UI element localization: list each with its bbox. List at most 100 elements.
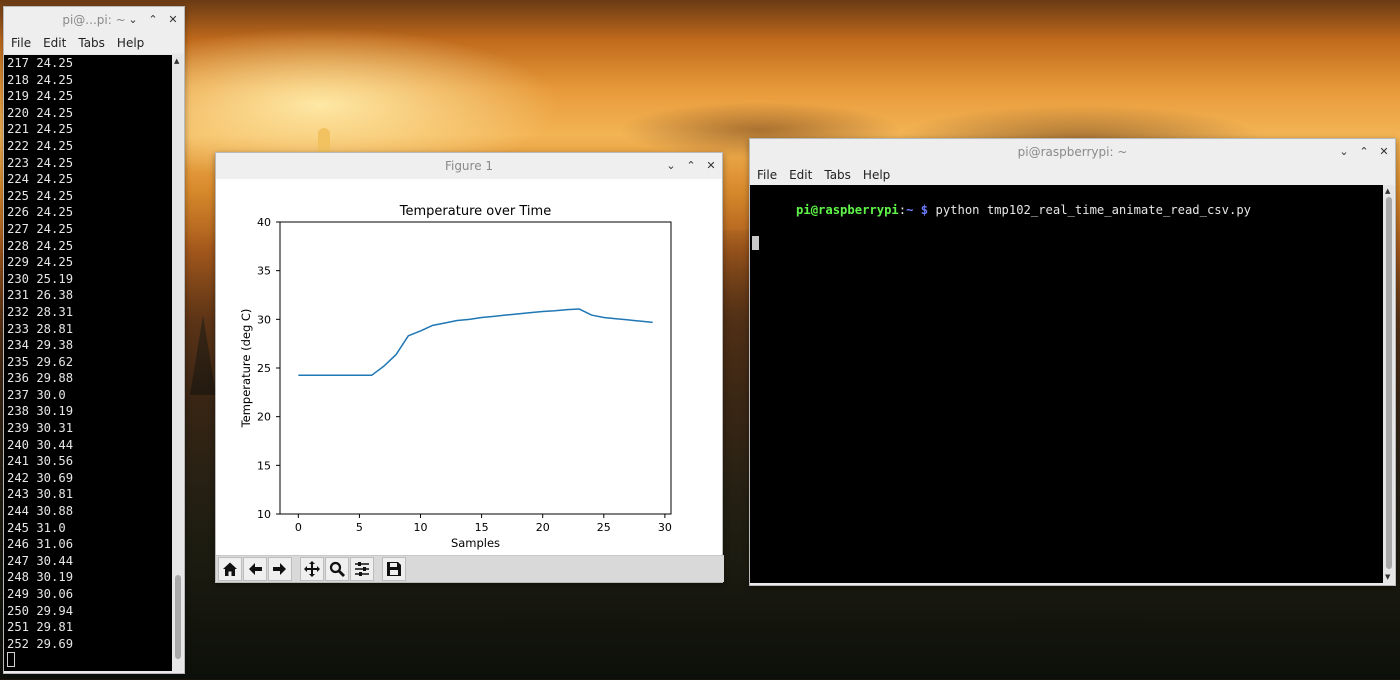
terminal-line: 220 24.25 — [7, 105, 74, 120]
back-arrow-icon — [249, 563, 262, 575]
terminal-line: 239 30.31 — [7, 421, 74, 436]
terminal-line: 219 24.25 — [7, 89, 74, 104]
minimize-button[interactable]: ⌄ — [664, 159, 678, 173]
left-terminal-scroll-thumb[interactable] — [175, 575, 181, 659]
y-tick-label: 30 — [257, 313, 271, 326]
terminal-line: 231 26.38 — [7, 288, 74, 303]
x-tick-label: 25 — [597, 521, 611, 534]
terminal-line: 252 29.69 — [7, 636, 74, 651]
right-terminal-titlebar[interactable]: pi@raspberrypi: ~ ⌄ ⌃ ✕ — [750, 139, 1395, 165]
menu-help[interactable]: Help — [117, 36, 144, 50]
scroll-up-arrow-icon[interactable]: ▲ — [1385, 187, 1390, 195]
x-tick-label: 30 — [658, 521, 672, 534]
terminal-line: 244 30.88 — [7, 504, 74, 519]
terminal-line: 245 31.0 — [7, 520, 66, 535]
plot-area-frame — [279, 221, 672, 515]
text-cursor — [752, 235, 759, 250]
terminal-line: 234 29.38 — [7, 338, 74, 353]
cursor-line — [752, 235, 1383, 252]
y-tick-label: 35 — [257, 265, 271, 278]
menu-edit[interactable]: Edit — [43, 36, 66, 50]
pan-button[interactable] — [300, 557, 324, 581]
terminal-line: 246 31.06 — [7, 537, 74, 552]
right-terminal-output[interactable]: pi@raspberrypi:~ $ python tmp102_real_ti… — [750, 185, 1383, 583]
left-terminal-output[interactable]: 217 24.25 218 24.25 219 24.25 220 24.25 221 … — [4, 55, 172, 671]
menu-file[interactable]: File — [757, 168, 777, 182]
background-pagoda-spire — [318, 128, 330, 154]
terminal-line: 223 24.25 — [7, 155, 74, 170]
terminal-line: 247 30.44 — [7, 553, 74, 568]
terminal-line: 229 24.25 — [7, 255, 74, 270]
terminal-line: 248 30.19 — [7, 570, 74, 585]
figure-titlebar[interactable]: Figure 1 ⌄ ⌃ ✕ — [216, 153, 722, 179]
x-axis-label: Samples — [451, 536, 500, 550]
chevron-up-icon: ⌃ — [148, 13, 158, 26]
terminal-line: 243 30.81 — [7, 487, 74, 502]
chart-title: Temperature over Time — [399, 204, 551, 219]
terminal-line: 227 24.25 — [7, 221, 74, 236]
minimize-button[interactable]: ⌄ — [126, 13, 140, 27]
prompt-line: pi@raspberrypi:~ $ python tmp102_real_ti… — [752, 185, 1383, 235]
y-tick-label: 10 — [257, 508, 271, 521]
x-tick-label: 10 — [414, 521, 428, 534]
terminal-line: 241 30.56 — [7, 454, 74, 469]
chevron-down-icon: ⌄ — [128, 13, 138, 26]
chevron-down-icon: ⌄ — [1339, 145, 1349, 158]
prompt-symbol: $ — [920, 202, 929, 217]
figure-window[interactable]: Figure 1 ⌄ ⌃ ✕ Temperature over Time 0 5 10… — [215, 152, 724, 583]
back-button[interactable] — [243, 557, 267, 581]
cursor-line — [7, 652, 172, 669]
menu-tabs[interactable]: Tabs — [824, 168, 851, 182]
x-tick-label: 20 — [536, 521, 550, 534]
menu-edit[interactable]: Edit — [789, 168, 812, 182]
forward-button[interactable] — [268, 557, 292, 581]
right-terminal-window[interactable]: pi@raspberrypi: ~ ⌄ ⌃ ✕ File Edit Tabs H… — [749, 138, 1396, 586]
scroll-down-arrow-icon[interactable]: ▼ — [1385, 573, 1390, 581]
figure-title: Figure 1 — [444, 159, 494, 173]
terminal-line: 230 25.19 — [7, 271, 74, 286]
close-button[interactable]: ✕ — [704, 159, 718, 173]
terminal-line: 222 24.25 — [7, 138, 74, 153]
terminal-line: 240 30.44 — [7, 437, 74, 452]
home-button[interactable] — [218, 557, 242, 581]
terminal-line: 235 29.62 — [7, 354, 74, 369]
prompt-separator: : — [898, 202, 907, 217]
left-terminal-titlebar[interactable]: pi@...pi: ~ ⌄ ⌃ ✕ — [4, 7, 184, 33]
zoom-icon — [329, 561, 345, 577]
menu-tabs[interactable]: Tabs — [78, 36, 105, 50]
maximize-button[interactable]: ⌃ — [684, 159, 698, 173]
terminal-line: 249 30.06 — [7, 587, 74, 601]
right-terminal-scrollbar[interactable]: ▲ ▼ — [1383, 185, 1394, 583]
scroll-up-arrow-icon[interactable]: ▲ — [174, 57, 179, 65]
minimize-button[interactable]: ⌄ — [1337, 145, 1351, 159]
close-icon: ✕ — [1379, 145, 1389, 158]
y-tick-label: 15 — [257, 459, 271, 472]
y-tick-label: 25 — [257, 362, 271, 375]
zoom-button[interactable] — [325, 557, 349, 581]
right-terminal-scroll-thumb[interactable] — [1386, 197, 1392, 569]
left-terminal-menubar: File Edit Tabs Help — [4, 33, 184, 53]
configure-subplots-button[interactable] — [350, 557, 374, 581]
left-terminal-scrollbar[interactable]: ▲ — [172, 55, 183, 671]
close-button[interactable]: ✕ — [166, 13, 180, 27]
terminal-line: 251 29.81 — [7, 620, 74, 635]
terminal-line: 217 24.25 — [7, 56, 74, 70]
close-button[interactable]: ✕ — [1377, 145, 1391, 159]
terminal-line: 228 24.25 — [7, 238, 74, 253]
menu-help[interactable]: Help — [863, 168, 890, 182]
temperature-chart[interactable]: Temperature over Time 0 5 10 15 20 25 30 10 15 20 2… — [216, 179, 722, 554]
forward-arrow-icon — [273, 563, 286, 575]
terminal-line: 238 30.19 — [7, 404, 74, 419]
left-terminal-window[interactable]: pi@...pi: ~ ⌄ ⌃ ✕ File Edit Tabs Help 21… — [3, 6, 185, 674]
terminal-line: 221 24.25 — [7, 122, 74, 137]
save-button[interactable] — [382, 557, 406, 581]
home-icon — [223, 562, 237, 576]
menu-file[interactable]: File — [11, 36, 31, 50]
terminal-line: 225 24.25 — [7, 188, 74, 203]
figure-toolbar — [216, 555, 724, 582]
terminal-line: 218 24.25 — [7, 72, 74, 87]
maximize-button[interactable]: ⌃ — [1357, 145, 1371, 159]
terminal-line: 242 30.69 — [7, 470, 74, 485]
maximize-button[interactable]: ⌃ — [146, 13, 160, 27]
pan-icon — [304, 561, 320, 577]
